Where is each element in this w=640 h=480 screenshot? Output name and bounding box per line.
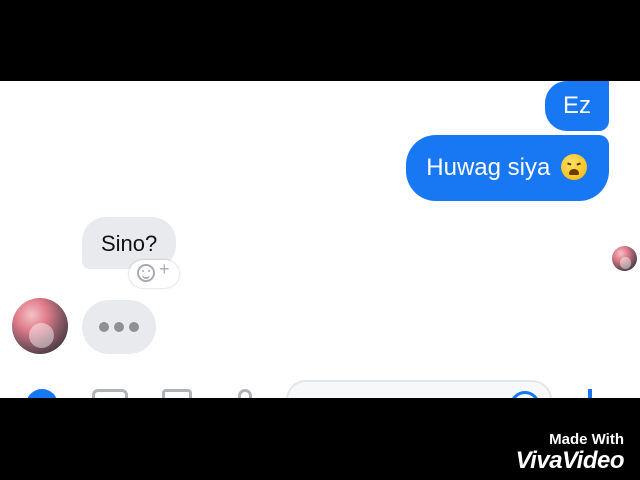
camera-icon[interactable] — [92, 389, 128, 398]
weary-face-emoji-icon — [561, 154, 587, 180]
message-text: Ez — [562, 92, 591, 119]
plus-icon: + — [159, 259, 170, 279]
microphone-icon[interactable] — [238, 389, 252, 398]
message-text: Huwag siya — [426, 154, 551, 181]
outgoing-message[interactable]: Huwag siya — [406, 135, 609, 201]
outgoing-message[interactable]: Ez — [544, 81, 609, 131]
read-receipt-avatar — [612, 246, 637, 271]
message-input[interactable] — [286, 380, 552, 398]
photo-icon[interactable] — [162, 389, 192, 398]
typing-dot — [129, 322, 139, 332]
message-text: Sino? — [101, 231, 158, 256]
typing-dot — [99, 322, 109, 332]
watermark-made-with: Made With — [549, 431, 624, 448]
smiley-icon — [137, 264, 155, 282]
contact-avatar[interactable] — [12, 298, 68, 354]
watermark-brand: VivaVideo — [515, 447, 625, 474]
vivavideo-watermark: Made With VivaVideo — [515, 431, 625, 474]
like-icon[interactable] — [588, 389, 606, 398]
typing-indicator — [82, 300, 156, 354]
chat-area: Ez Huwag siya Sino? + — [0, 81, 640, 398]
typing-dot — [114, 322, 124, 332]
plus-icon[interactable] — [26, 389, 58, 398]
add-reaction-button[interactable]: + — [129, 259, 179, 288]
